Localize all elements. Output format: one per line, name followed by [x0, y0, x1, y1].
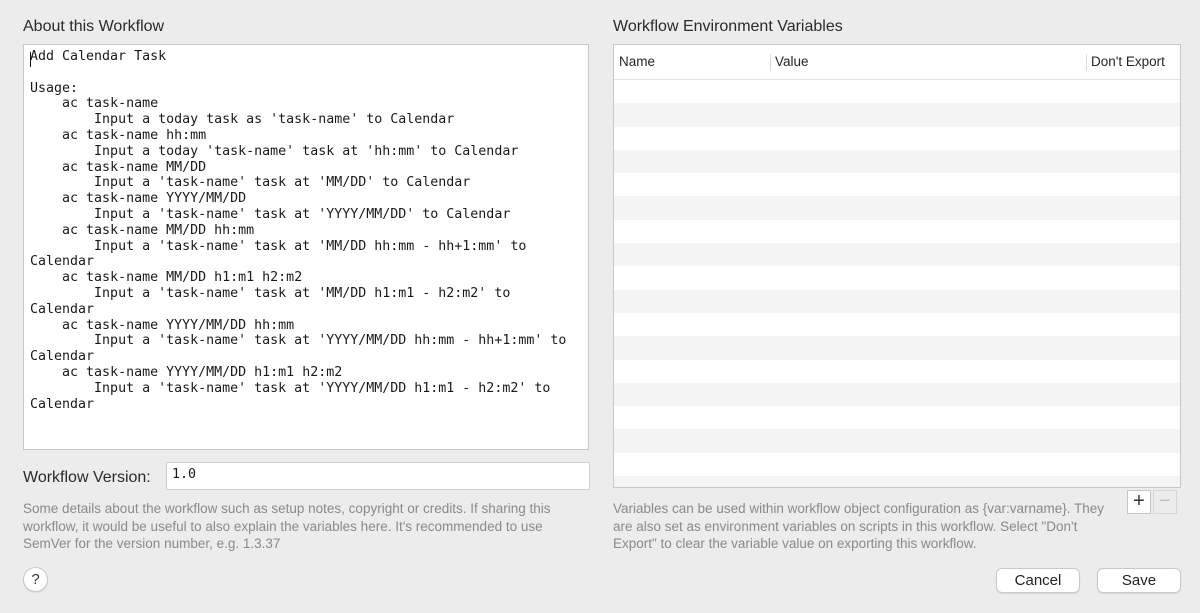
cancel-button[interactable]: Cancel: [996, 568, 1080, 593]
table-row: [614, 266, 1180, 289]
table-body: [614, 80, 1180, 487]
column-header-name[interactable]: Name: [614, 45, 771, 79]
table-row: [614, 149, 1180, 174]
table-row: [614, 127, 1180, 150]
save-button[interactable]: Save: [1097, 568, 1181, 593]
about-textarea[interactable]: Add Calendar Task Usage: ac task-name In…: [23, 44, 589, 450]
table-row: [614, 80, 1180, 103]
table-row: [614, 103, 1180, 127]
help-button[interactable]: ?: [23, 567, 48, 592]
table-header: Name Value Don't Export: [614, 45, 1180, 80]
table-row: [614, 289, 1180, 313]
add-variable-button[interactable]: +: [1127, 490, 1151, 514]
column-header-value[interactable]: Value: [770, 45, 1090, 79]
version-label: Workflow Version:: [23, 469, 151, 486]
table-row: [614, 453, 1180, 476]
table-row: [614, 360, 1180, 383]
table-row: [614, 382, 1180, 407]
remove-variable-button[interactable]: −: [1153, 490, 1177, 514]
table-row: [614, 313, 1180, 336]
about-section-title: About this Workflow: [23, 18, 165, 35]
table-row: [614, 173, 1180, 196]
table-row: [614, 336, 1180, 360]
table-row: [614, 220, 1180, 243]
table-row: [614, 429, 1180, 453]
table-row: [614, 243, 1180, 267]
env-variables-table[interactable]: Name Value Don't Export: [613, 44, 1181, 488]
about-help-text: Some details about the workflow such as …: [23, 501, 551, 551]
column-header-dont-export[interactable]: Don't Export: [1086, 45, 1180, 79]
table-row: [614, 406, 1180, 429]
table-row: [614, 476, 1180, 487]
table-row: [614, 196, 1180, 220]
env-section-title: Workflow Environment Variables: [613, 18, 843, 35]
version-input[interactable]: 1.0: [166, 462, 590, 490]
env-help-text: Variables can be used within workflow ob…: [613, 501, 1105, 551]
